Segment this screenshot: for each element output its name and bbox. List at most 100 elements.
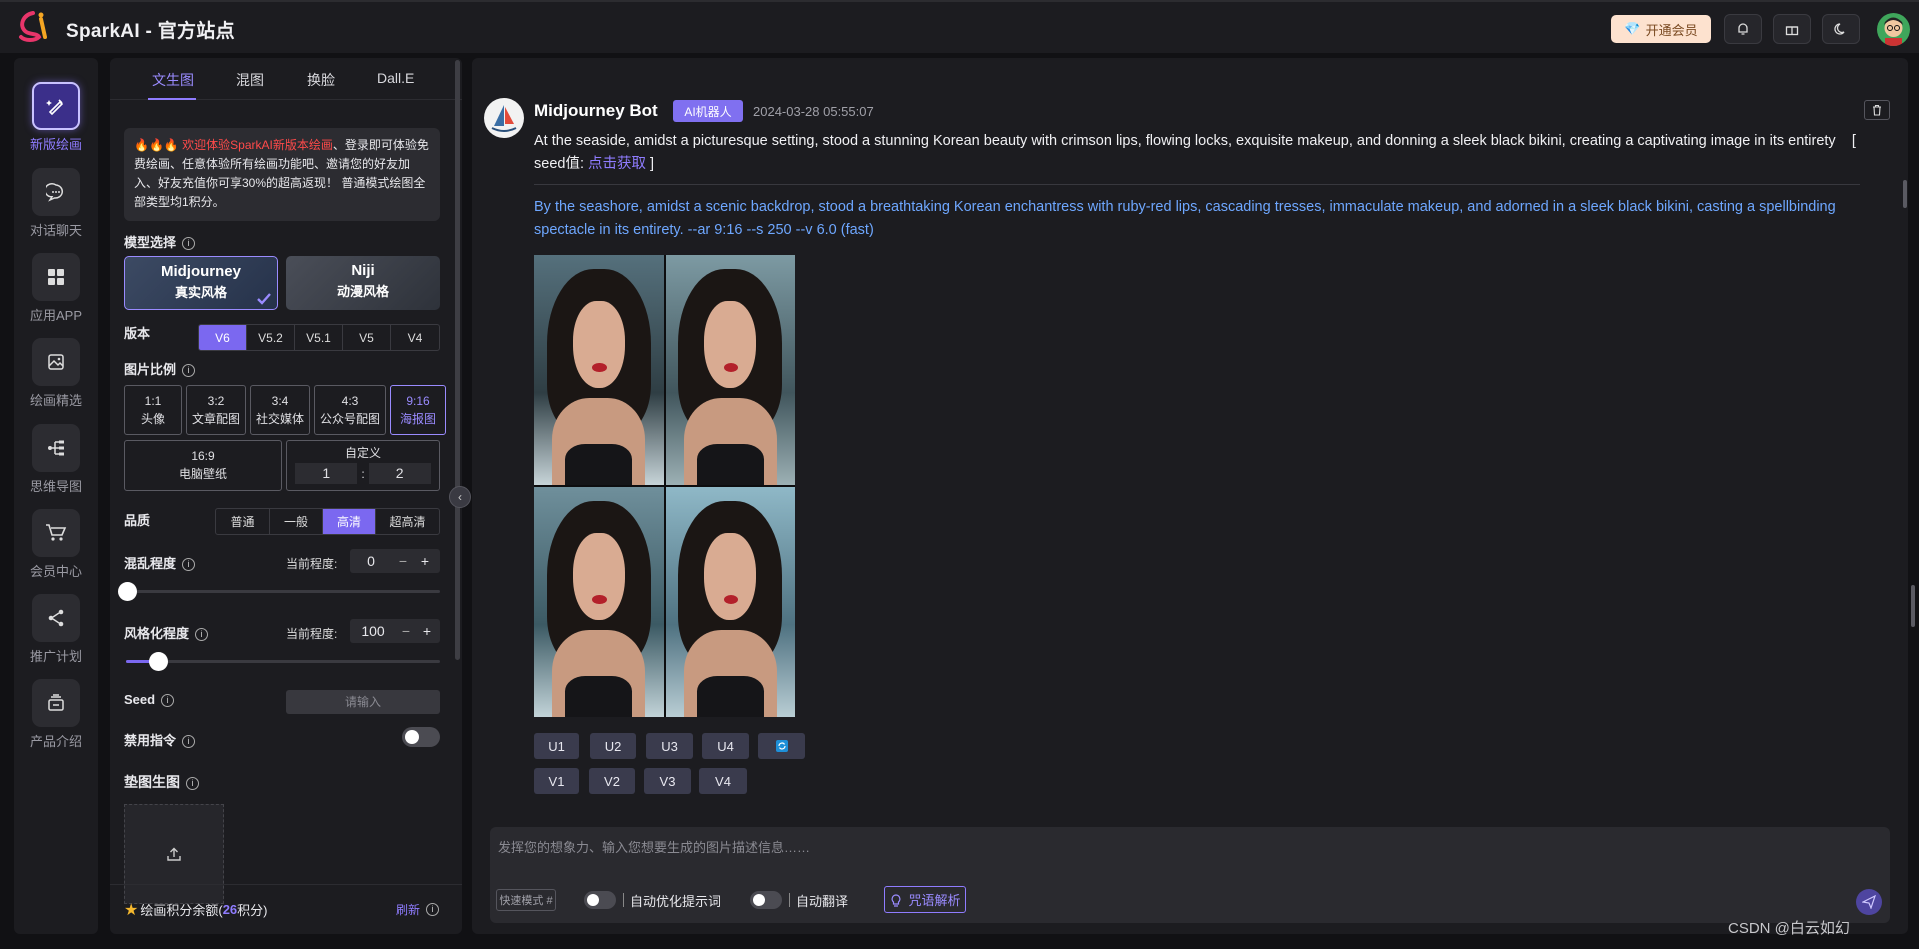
nav-item-apps[interactable]: 应用APP [14, 253, 98, 324]
model-section-label: 模型选择 i [124, 232, 196, 251]
version-option[interactable]: V5.1 [295, 325, 343, 350]
prompt-text: At the seaside, amidst a picturesque set… [534, 130, 1874, 176]
info-icon[interactable]: i [182, 558, 196, 571]
variation-button-v1[interactable]: V1 [534, 768, 579, 794]
send-button[interactable] [1856, 889, 1882, 915]
delete-message-button[interactable] [1864, 100, 1890, 120]
quality-option[interactable]: 普通 [216, 509, 270, 534]
main-scrollbar[interactable] [1903, 180, 1907, 208]
info-icon[interactable]: i [426, 903, 439, 916]
gift-button[interactable] [1773, 14, 1811, 44]
page-scrollbar[interactable] [1911, 585, 1915, 627]
variation-button-v2[interactable]: V2 [589, 768, 635, 794]
auto-translate-toggle[interactable] [750, 891, 782, 909]
get-seed-link[interactable]: 点击获取 [588, 156, 646, 172]
tab-blend[interactable]: 混图 [236, 70, 264, 90]
seed-label: Seed i [124, 692, 175, 707]
model-style: 真实风格 [174, 285, 227, 300]
collapse-panel-button[interactable]: ‹ [449, 486, 471, 508]
seed-input[interactable]: 请输入 [286, 690, 440, 714]
notification-button[interactable] [1724, 14, 1762, 44]
panel-scrollbar[interactable] [455, 60, 460, 660]
upscale-button-u2[interactable]: U2 [590, 733, 636, 759]
stylize-stepper[interactable]: 100 − + [350, 619, 440, 643]
refresh-link[interactable]: 刷新 [396, 901, 420, 918]
vip-button[interactable]: 💎 开通会员 [1611, 15, 1711, 43]
info-icon[interactable]: i [182, 237, 196, 250]
prompt-composer[interactable]: 发挥您的想象力、输入您想要生成的图片描述信息…… 快速模式 # 自动优化提示词 … [490, 827, 1890, 923]
prompt-input[interactable]: 发挥您的想象力、输入您想要生成的图片描述信息…… [498, 837, 810, 856]
bell-icon [1738, 23, 1748, 35]
ratio-option-16-9[interactable]: 16:9 电脑壁纸 [124, 440, 282, 491]
nav-item-membership[interactable]: 会员中心 [14, 509, 98, 580]
version-option[interactable]: V6 [199, 325, 247, 350]
custom-height-input[interactable]: 2 [368, 463, 431, 484]
nav-label: 思维导图 [29, 479, 82, 494]
reroll-button[interactable] [758, 733, 805, 759]
variation-button-v4[interactable]: V4 [699, 768, 747, 794]
nav-item-new-painting[interactable]: 新版绘画 [14, 82, 98, 153]
ratio-section-label: 图片比例 i [124, 359, 196, 378]
generated-image[interactable] [534, 255, 664, 485]
mode-tabs: 文生图 混图 换脸 Dall.E [110, 58, 462, 100]
generated-image[interactable] [534, 487, 664, 717]
app-brand: SparkAI - 官方站点 [66, 21, 235, 42]
upscale-button-u1[interactable]: U1 [534, 733, 579, 759]
quality-option[interactable]: 一般 [270, 509, 323, 534]
plus-icon[interactable]: + [416, 623, 438, 639]
custom-width-input[interactable]: 1 [295, 463, 358, 484]
generated-image-grid[interactable] [534, 255, 795, 717]
info-icon[interactable]: i [161, 694, 175, 707]
chaos-slider[interactable] [118, 582, 440, 601]
minus-icon[interactable]: − [392, 553, 414, 569]
info-icon[interactable]: i [186, 777, 199, 790]
disable-command-toggle[interactable] [402, 727, 440, 747]
ratio-option-3-2[interactable]: 3:2 文章配图 [186, 385, 246, 435]
nav-item-product[interactable]: 产品介绍 [14, 679, 98, 750]
chaos-stepper[interactable]: 0 − + [350, 549, 440, 573]
tab-dalle[interactable]: Dall.E [377, 70, 414, 86]
auto-optimize-toggle[interactable] [584, 891, 616, 909]
bot-avatar [484, 98, 524, 138]
welcome-notice: 🔥🔥🔥 欢迎体验SparkAI新版本绘画、登录即可体验免费绘画、任意体验所有绘画… [124, 128, 440, 221]
theme-toggle-button[interactable] [1822, 14, 1860, 44]
nav-item-gallery[interactable]: 绘画精选 [14, 338, 98, 409]
user-avatar[interactable] [1877, 13, 1910, 46]
variation-button-v3[interactable]: V3 [644, 768, 691, 794]
nav-item-mindmap[interactable]: 思维导图 [14, 424, 98, 495]
version-option[interactable]: V5 [343, 325, 391, 350]
sparkai-logo[interactable] [17, 11, 53, 43]
ratio-option-4-3[interactable]: 4:3 公众号配图 [314, 385, 386, 435]
stylize-slider[interactable] [126, 652, 440, 671]
model-card-niji[interactable]: Niji 动漫风格 [286, 256, 440, 310]
upscale-button-u3[interactable]: U3 [646, 733, 693, 759]
version-option[interactable]: V5.2 [247, 325, 295, 350]
credits-unit: 积分) [237, 903, 268, 918]
prompt-parse-button[interactable]: 咒语解析 [884, 886, 966, 913]
quality-option[interactable]: 超高清 [376, 509, 439, 534]
ratio-option-3-4[interactable]: 3:4 社交媒体 [250, 385, 310, 435]
quality-option[interactable]: 高清 [323, 509, 376, 534]
slider-knob[interactable] [149, 652, 169, 671]
slider-knob[interactable] [118, 582, 137, 601]
version-option[interactable]: V4 [391, 325, 439, 350]
chat-main-area: Midjourney Bot AI机器人 2024-03-28 05:55:07… [472, 58, 1908, 934]
quick-mode-selector[interactable]: 快速模式 # [496, 889, 556, 911]
ratio-option-9-16[interactable]: 9:16 海报图 [390, 385, 446, 435]
info-icon[interactable]: i [182, 364, 196, 377]
nav-item-promotion[interactable]: 推广计划 [14, 594, 98, 665]
tab-text-to-image[interactable]: 文生图 [152, 70, 194, 90]
plus-icon[interactable]: + [414, 553, 436, 569]
minus-icon[interactable]: − [396, 623, 416, 639]
generated-image[interactable] [665, 255, 795, 485]
nav-item-chat[interactable]: 对话聊天 [14, 168, 98, 239]
info-icon[interactable]: i [182, 735, 196, 748]
info-icon[interactable]: i [195, 628, 209, 641]
generated-image[interactable] [665, 487, 795, 717]
ratio-option-1-1[interactable]: 1:1 头像 [124, 385, 182, 435]
star-icon: ★ [124, 901, 139, 919]
upscale-button-u4[interactable]: U4 [702, 733, 749, 759]
model-card-midjourney[interactable]: Midjourney 真实风格 [124, 256, 278, 310]
tab-face-swap[interactable]: 换脸 [307, 70, 335, 90]
parse-label: 咒语解析 [908, 893, 961, 908]
